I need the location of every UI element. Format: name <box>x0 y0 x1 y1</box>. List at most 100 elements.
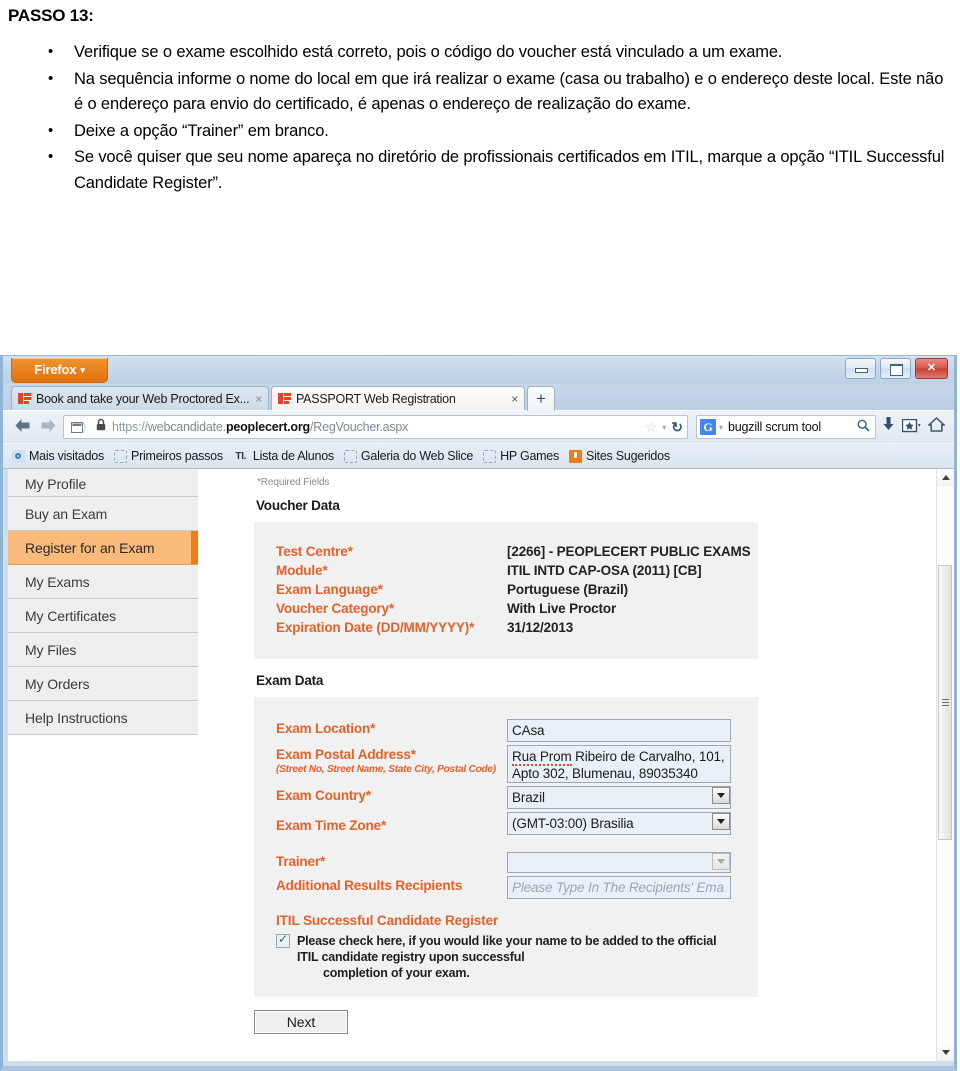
sidebar-item-my-profile[interactable]: My Profile <box>8 469 198 497</box>
scrollbar-thumb[interactable] <box>938 565 952 840</box>
minimize-icon <box>855 368 868 373</box>
chevron-down-icon[interactable] <box>712 813 730 830</box>
chevron-down-icon[interactable]: ▾ <box>662 423 666 432</box>
address-bar-icons: ☆ ▾ ↻ <box>641 419 683 436</box>
voucher-row-module: Module* ITIL INTD CAP-OSA (2011) [CB] <box>254 561 758 580</box>
field-value: 31/12/2013 <box>507 620 574 635</box>
next-button[interactable]: Next <box>254 1010 348 1034</box>
tab-passport-web-registration[interactable]: PASSPORT Web Registration × <box>271 386 525 410</box>
maximize-button[interactable] <box>880 358 911 379</box>
additional-recipients-input[interactable]: Please Type In The Recipients' Ema <box>507 876 731 899</box>
exam-data-heading: Exam Data <box>256 673 324 688</box>
field-label-text: Exam Postal Address* <box>276 747 416 762</box>
lock-icon <box>96 418 106 436</box>
registration-form-content: *Required Fields Voucher Data Test Centr… <box>198 469 954 1061</box>
bookmark-label: Mais visitados <box>29 449 104 463</box>
minimize-button[interactable] <box>845 358 876 379</box>
placeholder-icon <box>114 449 127 463</box>
itil-register-checkbox[interactable] <box>276 932 290 948</box>
chevron-down-icon[interactable] <box>712 853 730 870</box>
bookmark-star-icon[interactable]: ☆ <box>645 419 658 436</box>
address-line-1-rest: Ribeiro de Carvalho, 101, <box>571 749 725 764</box>
bookmark-lista-de-alunos[interactable]: TI. Lista de Alunos <box>230 448 339 464</box>
home-button[interactable] <box>924 416 948 437</box>
back-button[interactable] <box>9 418 35 437</box>
page-scrollbar[interactable] <box>936 469 954 1061</box>
sidebar-item-help-instructions[interactable]: Help Instructions <box>8 701 198 735</box>
voucher-row-voucher-category: Voucher Category* With Live Proctor <box>254 599 758 618</box>
bookmark-mais-visitados[interactable]: Mais visitados <box>9 448 109 464</box>
close-button[interactable]: ✕ <box>915 358 948 379</box>
field-label: Exam Time Zone* <box>276 818 387 833</box>
search-icon[interactable] <box>857 419 870 435</box>
sidebar-item-my-files[interactable]: My Files <box>8 633 198 667</box>
firefox-menu-button[interactable]: Firefox ▾ <box>11 358 108 383</box>
sidebar-item-register-for-an-exam[interactable]: Register for an Exam <box>8 531 198 565</box>
sidebar-item-my-orders[interactable]: My Orders <box>8 667 198 701</box>
browser-title-bar: Firefox ▾ ✕ <box>3 356 954 384</box>
sidebar-item-label: Register for an Exam <box>25 539 155 556</box>
additional-recipients-row: Additional Results Recipients Please Typ… <box>254 876 758 899</box>
downloads-button[interactable] <box>876 417 900 437</box>
chevron-down-icon[interactable]: ▾ <box>719 423 723 432</box>
sidebar-item-label: My Exams <box>25 573 90 590</box>
tab-book-and-take[interactable]: Book and take your Web Proctored Ex... × <box>11 386 269 410</box>
field-label: Exam Postal Address* (Street No, Street … <box>254 745 507 776</box>
field-value: [2266] - PEOPLECERT PUBLIC EXAMS <box>507 544 751 559</box>
checkbox-text-line-2: candidate registry upon successful <box>321 950 525 964</box>
sidebar-item-buy-an-exam[interactable]: Buy an Exam <box>8 497 198 531</box>
field-value: With Live Proctor <box>507 601 617 616</box>
bookmark-primeiros-passos[interactable]: Primeiros passos <box>111 448 228 464</box>
tab-title: PASSPORT Web Registration <box>296 391 456 406</box>
caret-up-icon <box>941 475 950 480</box>
reload-icon[interactable]: ↻ <box>671 419 683 436</box>
new-tab-button[interactable]: + <box>527 386 555 411</box>
bookmarks-menu-button[interactable] <box>900 418 924 436</box>
bookmark-hp-games[interactable]: HP Games <box>480 448 564 464</box>
exam-postal-address-row: Exam Postal Address* (Street No, Street … <box>254 745 758 783</box>
sidebar-item-my-certificates[interactable]: My Certificates <box>8 599 198 633</box>
bookmark-sites-sugeridos[interactable]: Sites Sugeridos <box>566 448 675 464</box>
exam-timezone-value: (GMT-03:00) Brasilia <box>507 812 731 835</box>
trainer-select[interactable] <box>507 852 731 873</box>
field-value: ITIL INTD CAP-OSA (2011) [CB] <box>507 563 702 578</box>
tab-close-icon[interactable]: × <box>255 392 262 406</box>
field-label: Exam Country* <box>276 788 371 803</box>
tab-title: Book and take your Web Proctored Ex... <box>36 391 250 406</box>
tab-strip: Book and take your Web Proctored Ex... ×… <box>3 384 954 411</box>
most-visited-icon <box>12 449 25 463</box>
scroll-down-button[interactable] <box>937 1044 954 1061</box>
exam-timezone-select[interactable]: (GMT-03:00) Brasilia <box>507 812 731 835</box>
placeholder-icon <box>343 449 357 463</box>
voucher-data-panel: Test Centre* [2266] - PEOPLECERT PUBLIC … <box>254 522 758 659</box>
placeholder-icon <box>483 449 497 463</box>
search-input[interactable]: bugzill scrum tool <box>728 420 857 434</box>
google-search-engine-icon[interactable]: G <box>700 419 716 435</box>
trainer-value <box>507 852 731 873</box>
chevron-down-icon[interactable] <box>712 787 730 804</box>
exam-postal-address-textarea[interactable]: Rua Prom Ribeiro de Carvalho, 101, Apto 3… <box>507 745 731 783</box>
scroll-up-button[interactable] <box>937 469 954 486</box>
forward-arrow-icon <box>41 418 55 432</box>
bookmark-galeria-web-slice[interactable]: Galeria do Web Slice <box>341 448 478 464</box>
site-identity-icon[interactable] <box>68 419 88 435</box>
misspelled-word: Rua Prom <box>512 749 572 766</box>
search-bar[interactable]: G ▾ bugzill scrum tool <box>696 415 876 439</box>
voucher-data-heading: Voucher Data <box>256 498 340 513</box>
maximize-icon <box>890 364 903 376</box>
forward-button[interactable] <box>35 418 61 437</box>
itil-register-checkbox-row[interactable]: Please check here, if you would like you… <box>276 932 758 981</box>
bookmark-label: Primeiros passos <box>131 449 223 463</box>
tab-close-icon[interactable]: × <box>511 392 518 406</box>
url-domain: peoplecert.org <box>225 420 310 434</box>
form-actions: Next <box>254 1010 954 1034</box>
sidebar-item-label: My Files <box>25 641 77 658</box>
exam-location-input[interactable]: CAsa <box>507 719 731 742</box>
exam-country-select[interactable]: Brazil <box>507 786 731 809</box>
ti-site-icon: TI. <box>235 450 247 462</box>
itil-register-checkbox-label: Please check here, if you would like you… <box>297 933 732 981</box>
field-label: Test Centre* <box>276 544 353 559</box>
bookmark-label: Lista de Alunos <box>252 449 334 463</box>
address-bar[interactable]: https://webcandidate.peoplecert.org/RegV… <box>63 415 688 439</box>
sidebar-item-my-exams[interactable]: My Exams <box>8 565 198 599</box>
